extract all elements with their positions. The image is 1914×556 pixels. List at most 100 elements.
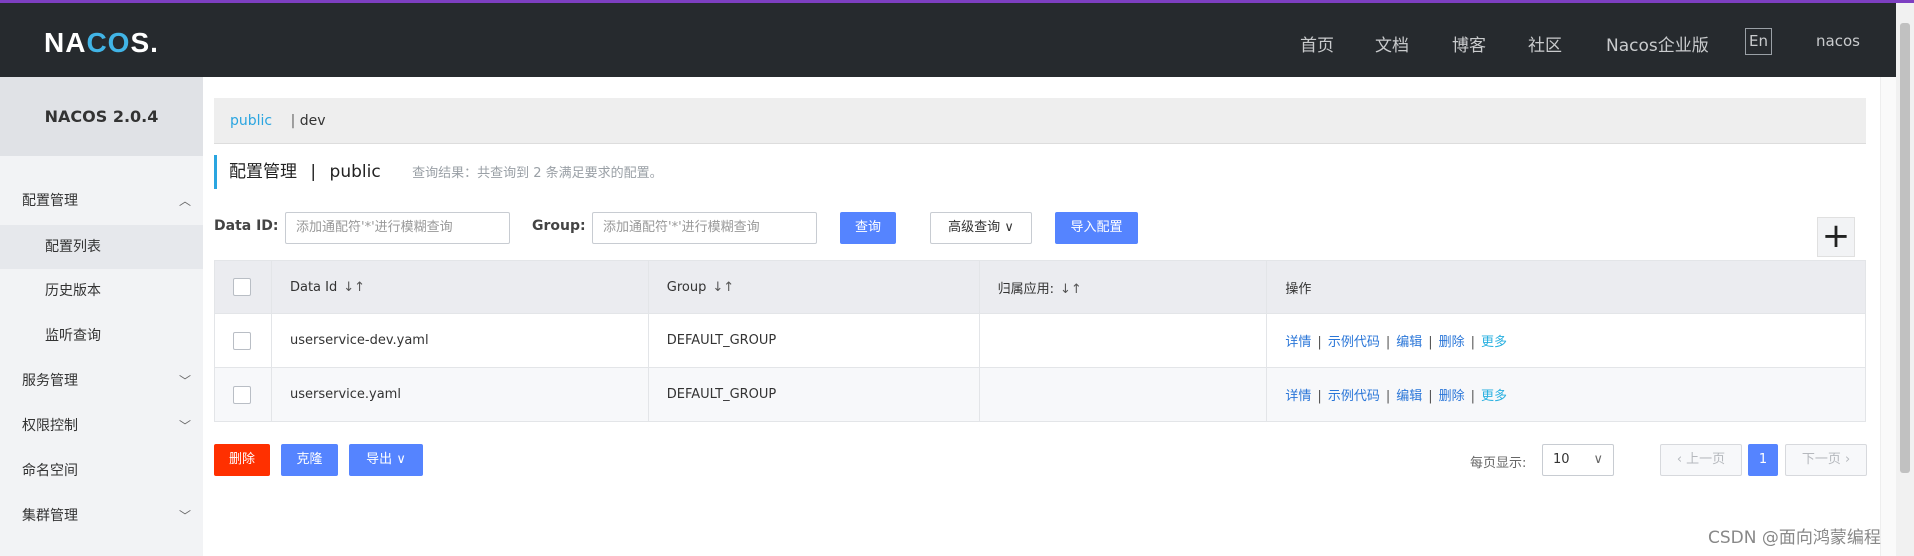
row-select-cell xyxy=(214,367,272,422)
delete-link[interactable]: 删除 xyxy=(1439,389,1465,404)
per-page-select[interactable]: 10 ∨ xyxy=(1542,444,1614,476)
row-checkbox[interactable] xyxy=(233,385,251,404)
sort-icon[interactable]: ↓↑ xyxy=(1060,282,1082,297)
sidebar-item-access-control[interactable]: 权限控制 ﹀ xyxy=(0,404,203,448)
sidebar-item-label: 命名空间 xyxy=(22,463,78,479)
more-link[interactable]: 更多 xyxy=(1481,335,1507,350)
group-cell: DEFAULT_GROUP xyxy=(647,367,980,422)
sidebar-item-label: 配置列表 xyxy=(45,239,101,255)
page-title-text: 配置管理 xyxy=(229,162,297,182)
chevron-down-icon: ﹀ xyxy=(178,419,191,433)
action-separator: | xyxy=(1385,389,1391,404)
content-scrollbar[interactable] xyxy=(1880,77,1896,556)
column-label: 归属应用: xyxy=(997,281,1054,297)
action-separator: | xyxy=(1428,389,1433,404)
page-scrollbar[interactable] xyxy=(1896,3,1914,556)
edit-link[interactable]: 编辑 xyxy=(1396,335,1422,350)
row-select-cell xyxy=(214,313,272,368)
nav-blog[interactable]: 博客 xyxy=(1452,31,1486,56)
column-header-dataid[interactable]: Data Id ↓↑ xyxy=(270,260,649,314)
bulk-delete-button[interactable]: 删除 xyxy=(214,444,270,476)
group-cell: DEFAULT_GROUP xyxy=(647,313,980,368)
language-toggle[interactable]: En xyxy=(1745,28,1772,55)
plus-icon: + xyxy=(1821,216,1851,256)
query-button[interactable]: 查询 xyxy=(840,212,896,244)
action-separator: | xyxy=(1317,335,1322,350)
select-all-cell xyxy=(214,260,272,314)
chevron-down-icon: ∨ xyxy=(396,452,406,467)
table-row: userservice.yaml DEFAULT_GROUP 详情 | 示例代码 | 编… xyxy=(214,367,1866,422)
export-button[interactable]: 导出 ∨ xyxy=(349,444,423,476)
advanced-query-label: 高级查询 xyxy=(948,220,1001,235)
chevron-up-icon: ︿ xyxy=(178,194,191,208)
action-separator: | xyxy=(1428,335,1433,350)
sidebar-item-label: 服务管理 xyxy=(22,373,78,389)
sort-icon[interactable]: ↓↑ xyxy=(712,280,734,295)
user-menu[interactable]: nacos xyxy=(1816,32,1860,50)
query-result-hint: 查询结果：共查询到 2 条满足要求的配置。 xyxy=(412,166,663,181)
sidebar-item-cluster-management[interactable]: 集群管理 ﹀ xyxy=(0,494,203,538)
page-title-namespace: public xyxy=(329,162,381,182)
chevron-down-icon: ∨ xyxy=(1593,452,1603,467)
import-config-button[interactable]: 导入配置 xyxy=(1055,212,1138,244)
nav-enterprise[interactable]: Nacos企业版 xyxy=(1606,31,1709,56)
sidebar-item-history[interactable]: 历史版本 xyxy=(0,269,203,313)
row-checkbox[interactable] xyxy=(233,331,251,350)
clone-button[interactable]: 克隆 xyxy=(281,444,338,476)
chevron-down-icon: ﹀ xyxy=(178,374,191,388)
column-header-actions: 操作 xyxy=(1266,260,1866,314)
group-search-input[interactable]: 添加通配符'*'进行模糊查询 xyxy=(592,212,817,244)
column-header-app[interactable]: 归属应用: ↓↑ xyxy=(978,260,1268,314)
column-label: Data Id xyxy=(289,279,338,295)
nav-home[interactable]: 首页 xyxy=(1300,31,1334,56)
chevron-left-icon: ‹ xyxy=(1676,452,1683,467)
nav-community[interactable]: 社区 xyxy=(1528,31,1562,56)
dataid-label: Data ID: xyxy=(214,218,279,234)
chevron-down-icon: ﹀ xyxy=(178,509,191,523)
sort-icon[interactable]: ↓↑ xyxy=(343,280,365,295)
sidebar-item-label: 历史版本 xyxy=(45,283,101,299)
per-page-value: 10 xyxy=(1553,452,1570,467)
dataid-search-input[interactable]: 添加通配符'*'进行模糊查询 xyxy=(285,212,510,244)
per-page-label: 每页显示: xyxy=(1470,456,1527,471)
page-scrollbar-thumb[interactable] xyxy=(1900,23,1910,473)
page-number-current[interactable]: 1 xyxy=(1748,444,1778,476)
table-row: userservice-dev.yaml DEFAULT_GROUP 详情 | 示例… xyxy=(214,313,1866,368)
sidebar-item-listener-query[interactable]: 监听查询 xyxy=(0,314,203,358)
select-all-checkbox[interactable] xyxy=(233,278,251,296)
detail-link[interactable]: 详情 xyxy=(1285,335,1311,350)
sample-code-link[interactable]: 示例代码 xyxy=(1328,335,1380,350)
group-label: Group: xyxy=(532,218,586,234)
sidebar-item-config-list[interactable]: 配置列表 xyxy=(0,225,203,269)
nav-docs[interactable]: 文档 xyxy=(1375,31,1409,56)
next-page-label: 下一页 xyxy=(1801,452,1841,467)
column-header-group[interactable]: Group ↓↑ xyxy=(647,260,980,314)
sample-code-link[interactable]: 示例代码 xyxy=(1328,389,1380,404)
namespace-dev-link[interactable]: dev xyxy=(300,113,326,129)
add-config-button[interactable]: + xyxy=(1817,217,1855,257)
column-label: Group xyxy=(666,279,707,295)
sidebar-item-namespace[interactable]: 命名空间 xyxy=(0,449,203,493)
actions-cell: 详情 | 示例代码 | 编辑 | 删除 | 更多 xyxy=(1266,313,1866,368)
top-navbar: NACOS. 首页 文档 博客 社区 Nacos企业版 En nacos xyxy=(0,3,1896,77)
sidebar-item-service-management[interactable]: 服务管理 ﹀ xyxy=(0,359,203,403)
export-label: 导出 xyxy=(366,452,393,467)
next-page-button[interactable]: 下一页 › xyxy=(1785,444,1867,476)
sidebar-item-label: 集群管理 xyxy=(22,508,78,524)
detail-link[interactable]: 详情 xyxy=(1285,389,1311,404)
more-link[interactable]: 更多 xyxy=(1481,389,1507,404)
config-table: Data Id ↓↑ Group ↓↑ 归属应用: ↓↑ 操作 userservice… xyxy=(214,260,1866,422)
action-separator: | xyxy=(1470,389,1476,404)
chevron-right-icon: › xyxy=(1844,452,1851,467)
edit-link[interactable]: 编辑 xyxy=(1396,389,1422,404)
nacos-logo[interactable]: NACOS. xyxy=(44,27,159,59)
dataid-cell: userservice.yaml xyxy=(270,367,649,422)
prev-page-button[interactable]: ‹ 上一页 xyxy=(1660,444,1742,476)
action-separator: | xyxy=(1385,335,1391,350)
delete-link[interactable]: 删除 xyxy=(1439,335,1465,350)
sidebar-item-label: 配置管理 xyxy=(22,193,78,209)
advanced-query-button[interactable]: 高级查询 ∨ xyxy=(930,212,1032,244)
action-separator: | xyxy=(1470,335,1476,350)
sidebar-item-config-management[interactable]: 配置管理 ︿ xyxy=(0,179,203,223)
namespace-public-link[interactable]: public xyxy=(230,113,272,129)
